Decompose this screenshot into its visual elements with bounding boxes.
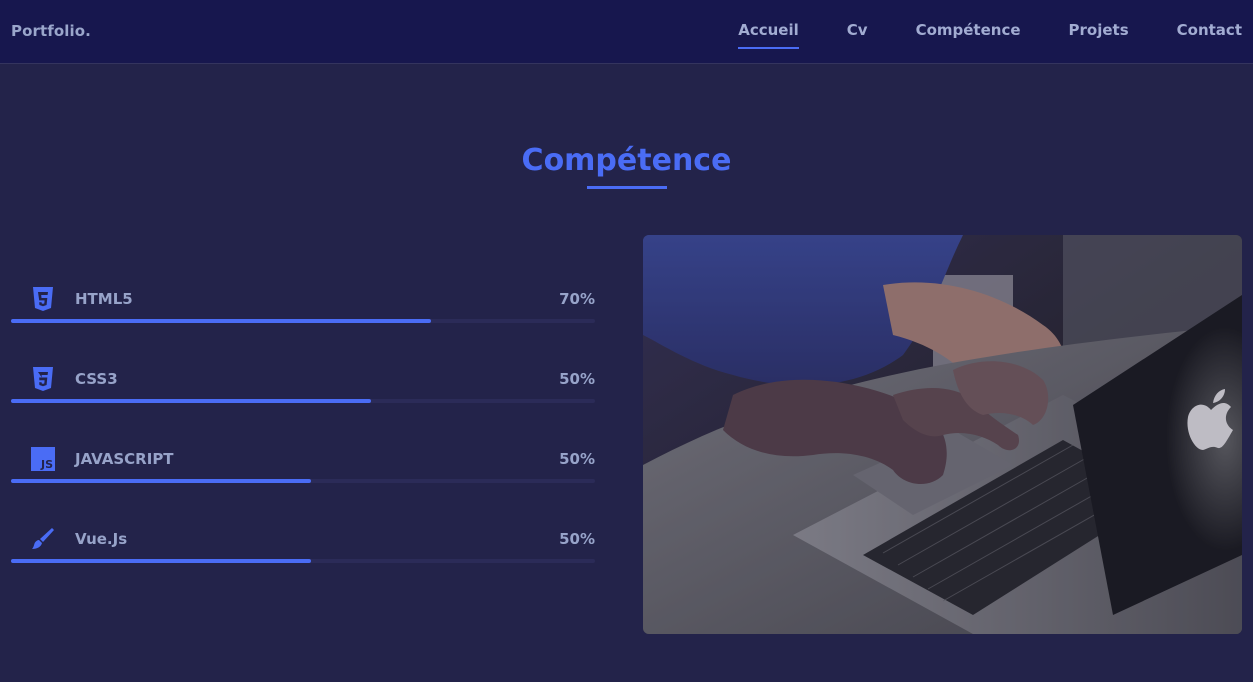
- skill-name: CSS3: [75, 370, 118, 388]
- skill-name: Vue.Js: [75, 530, 128, 548]
- nav-link-contact[interactable]: Contact: [1177, 21, 1242, 39]
- skill-progress-fill: [11, 559, 312, 563]
- skill-percent: 50%: [559, 530, 595, 548]
- skill-progress-track: [11, 399, 595, 403]
- css3-icon: [31, 366, 55, 392]
- navbar: Portfolio. Accueil Cv Compétence Projets…: [0, 0, 1253, 64]
- skill-progress-fill: [11, 319, 432, 323]
- nav-links: Accueil Cv Compétence Projets Contact: [738, 21, 1242, 49]
- skill-item-css3: CSS3 50%: [11, 362, 595, 442]
- skill-progress-track: [11, 319, 595, 323]
- skill-item-javascript: JS JAVASCRIPT 50%: [11, 442, 595, 522]
- skill-percent: 70%: [559, 290, 595, 308]
- nav-link-projets[interactable]: Projets: [1069, 21, 1129, 39]
- brand-logo[interactable]: Portfolio.: [11, 22, 91, 40]
- skill-progress-track: [11, 559, 595, 563]
- skill-progress-fill: [11, 479, 312, 483]
- paint-brush-icon: [31, 526, 55, 552]
- section-title: Compétence: [521, 143, 732, 178]
- nav-link-accueil[interactable]: Accueil: [738, 21, 799, 49]
- skills-list: HTML5 70% CSS3 50% JS JAVASCRIPT 50% Vue…: [11, 282, 595, 602]
- laptop-photo: [643, 235, 1242, 634]
- skill-name: JAVASCRIPT: [75, 450, 174, 468]
- skill-progress-track: [11, 479, 595, 483]
- skill-name: HTML5: [75, 290, 133, 308]
- skill-percent: 50%: [559, 370, 595, 388]
- html5-icon: [31, 286, 55, 312]
- skill-percent: 50%: [559, 450, 595, 468]
- nav-link-competence[interactable]: Compétence: [916, 21, 1021, 39]
- svg-text:JS: JS: [40, 458, 53, 471]
- skill-item-html5: HTML5 70%: [11, 282, 595, 362]
- javascript-icon: JS: [31, 446, 55, 472]
- title-underline: [587, 186, 667, 189]
- skill-item-vuejs: Vue.Js 50%: [11, 522, 595, 602]
- nav-link-cv[interactable]: Cv: [847, 21, 868, 39]
- skill-progress-fill: [11, 399, 372, 403]
